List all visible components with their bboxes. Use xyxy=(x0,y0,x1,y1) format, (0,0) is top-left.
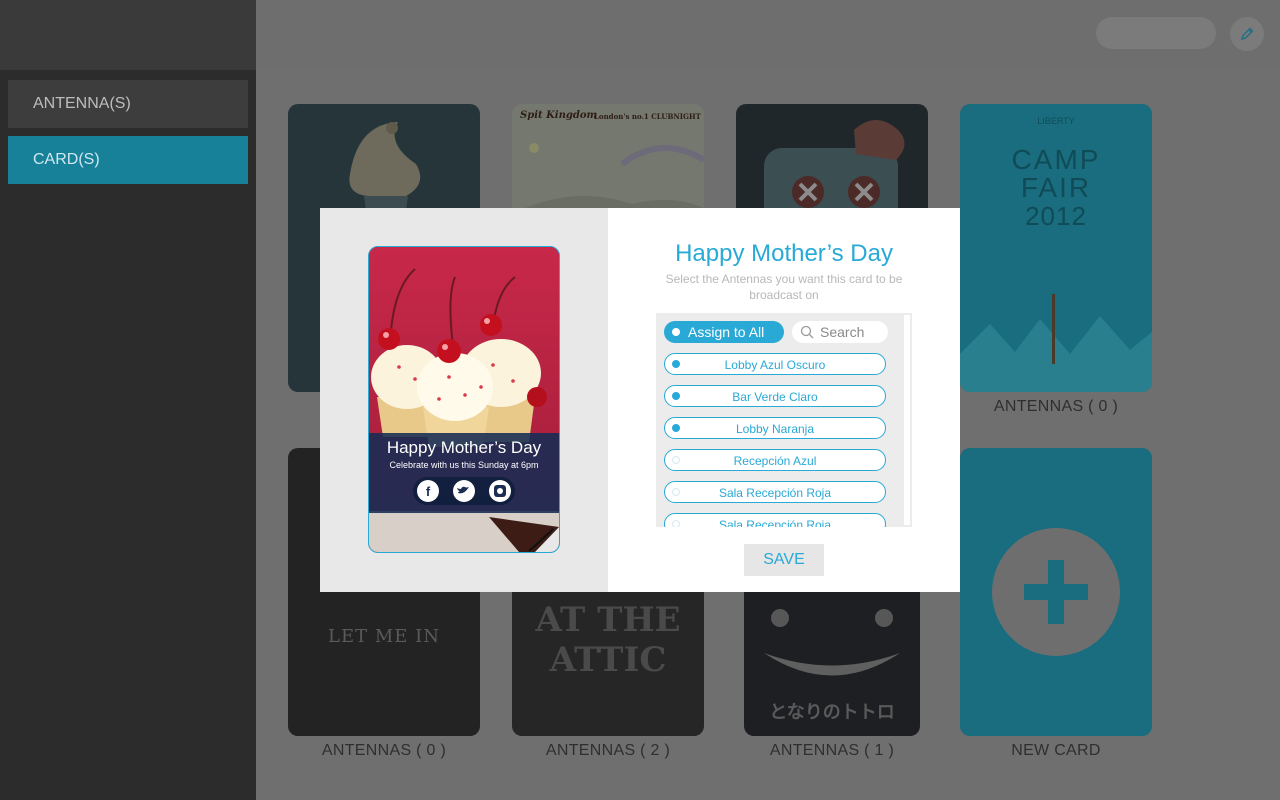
antenna-name: Bar Verde Claro xyxy=(732,390,818,404)
modal-preview-panel: Happy Mother’s Day Celebrate with us thi… xyxy=(320,208,608,592)
card-caption: NEW CARD xyxy=(1011,742,1101,759)
antenna-search-input[interactable]: Search xyxy=(792,321,888,343)
card-caption: ANTENNAS ( 1 ) xyxy=(769,742,895,759)
social-icons: f xyxy=(417,480,511,502)
sidebar-item-cards[interactable]: CARD(S) xyxy=(8,136,248,184)
social-bar: f xyxy=(413,477,515,505)
antenna-option[interactable]: Sala Recepción Roja xyxy=(664,513,886,527)
radio-dot-icon xyxy=(672,488,680,496)
card-caption: ANTENNAS ( 0 ) xyxy=(993,398,1119,415)
top-bar xyxy=(256,0,1280,70)
preview-title: Happy Mother’s Day xyxy=(386,438,542,457)
modal-assign-panel: Happy Mother’s Day Select the Antennas y… xyxy=(608,208,960,592)
assign-all-label: Assign to All xyxy=(688,324,765,340)
antenna-option[interactable]: Recepción Azul xyxy=(664,449,886,471)
preview-subtitle: Celebrate with us this Sunday at 6pm xyxy=(389,460,539,470)
antenna-list[interactable]: Assign to All Search Lobby Azul Oscuro B… xyxy=(656,313,912,527)
card-camp-fair[interactable]: LIBERTY CAMP FAIR 2012 xyxy=(960,104,1152,392)
modal-title: Happy Mother’s Day xyxy=(675,240,893,267)
card-caption: ANTENNAS ( 0 ) xyxy=(321,742,447,759)
card-caption: ANTENNAS ( 2 ) xyxy=(545,742,671,759)
modal-subtitle: Select the Antennas you want this card t… xyxy=(665,272,903,302)
sidebar-header xyxy=(0,0,256,70)
edit-button[interactable] xyxy=(1230,17,1264,51)
assign-all-button[interactable]: Assign to All xyxy=(664,321,784,343)
antenna-option[interactable]: Sala Recepción Roja xyxy=(664,481,886,503)
antenna-option[interactable]: Bar Verde Claro xyxy=(664,385,886,407)
antenna-option[interactable]: Lobby Azul Oscuro xyxy=(664,353,886,375)
antenna-name: Lobby Naranja xyxy=(735,422,815,436)
plus-circle xyxy=(992,528,1120,656)
top-search-pill[interactable] xyxy=(1096,17,1216,49)
radio-dot-icon xyxy=(672,392,680,400)
antenna-name: Recepción Azul xyxy=(733,454,817,468)
sidebar: ANTENNA(S) CARD(S) xyxy=(0,0,256,800)
pencil-icon xyxy=(1240,27,1254,41)
antenna-name: Lobby Azul Oscuro xyxy=(724,358,826,372)
assign-antennas-modal: Happy Mother’s Day Celebrate with us thi… xyxy=(320,208,960,592)
search-placeholder: Search xyxy=(820,324,865,340)
poster-title: AT THE ATTIC xyxy=(535,600,681,680)
save-button[interactable]: SAVE xyxy=(744,544,824,576)
radio-dot-icon xyxy=(672,360,680,368)
poster-title: LET ME IN xyxy=(328,626,440,647)
camp-illustration xyxy=(960,294,1152,392)
card-preview: Happy Mother’s Day Celebrate with us thi… xyxy=(368,246,560,553)
search-icon xyxy=(800,325,814,339)
plus-icon xyxy=(1024,560,1088,624)
preview-banner: Happy Mother’s Day Celebrate with us thi… xyxy=(369,433,559,513)
antenna-option[interactable]: Lobby Naranja xyxy=(664,417,886,439)
radio-dot-icon xyxy=(672,424,680,432)
sidebar-item-antennas[interactable]: ANTENNA(S) xyxy=(8,80,248,128)
radio-dot-icon xyxy=(672,520,680,527)
poster-title: となりのトトロ xyxy=(769,702,895,722)
radio-dot-icon xyxy=(672,456,680,464)
antenna-name: Sala Recepción Roja xyxy=(718,518,832,527)
list-scrollbar[interactable] xyxy=(904,315,910,525)
radio-dot-icon xyxy=(672,328,680,336)
antenna-name: Sala Recepción Roja xyxy=(718,486,832,500)
new-card-button[interactable] xyxy=(960,448,1152,736)
svg-text:f: f xyxy=(426,484,431,499)
